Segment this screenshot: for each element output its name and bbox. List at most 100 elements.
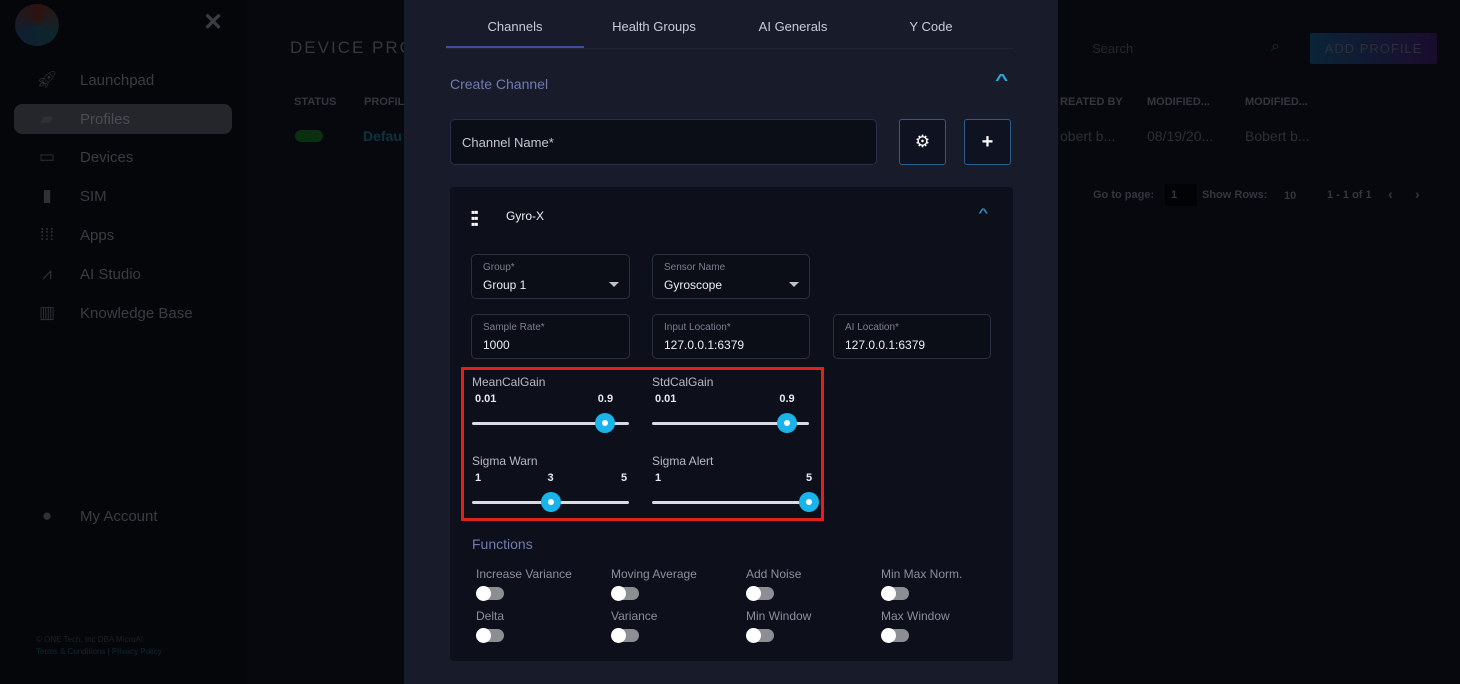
slider-label: StdCalGain	[652, 375, 714, 389]
slider-thumb[interactable]	[799, 492, 819, 512]
terms-link[interactable]: Terms & Conditions	[36, 647, 105, 656]
channel-name: Gyro-X	[506, 209, 545, 223]
search-icon[interactable]: ⌕	[1271, 38, 1280, 56]
goto-page-label: Go to page:	[1093, 189, 1155, 201]
sample-rate-input[interactable]: Sample Rate* 1000	[471, 314, 630, 359]
drag-handle-icon[interactable]: ▪▪ ▪▪ ▪▪	[471, 206, 478, 230]
sensor-name-select[interactable]: Sensor Name Gyroscope	[652, 254, 810, 299]
sidebar-item-ai-studio[interactable]: ⩘ AI Studio	[14, 259, 232, 289]
logo	[15, 4, 59, 46]
collapse-create-channel-icon[interactable]: ^	[995, 72, 1008, 90]
function-toggle[interactable]	[476, 586, 504, 601]
plus-icon: +	[981, 130, 994, 153]
show-rows-label: Show Rows:	[1202, 189, 1268, 201]
slider-value: 0.9	[779, 393, 795, 405]
function-label: Min Window	[746, 609, 812, 623]
slider-min: 0.01	[475, 393, 497, 405]
add-profile-button[interactable]: ADD PROFILE	[1310, 33, 1437, 64]
function-toggle[interactable]	[881, 628, 909, 643]
column-modified-on[interactable]: MODIFIED...	[1147, 96, 1210, 108]
status-toggle[interactable]	[295, 130, 323, 142]
books-icon: ▥	[38, 303, 56, 322]
profile-link[interactable]: Defau	[363, 128, 402, 144]
function-label: Max Window	[881, 609, 950, 623]
next-page-icon[interactable]: ›	[1415, 186, 1420, 202]
sidebar-item-label: My Account	[80, 507, 158, 525]
ai-location-value: 127.0.0.1:6379	[845, 338, 926, 352]
sidebar-item-profiles[interactable]: ▰ Profiles	[14, 104, 232, 134]
copyright: © ONE Tech, Inc DBA MicroAI	[36, 635, 144, 644]
sidebar: ✕ 🚀︎ Launchpad ▰ Profiles ▭ Devices ▮ SIM ⁞⁞…	[0, 0, 245, 684]
settings-button[interactable]: ⚙	[899, 119, 946, 165]
close-sidebar-icon[interactable]: ✕	[203, 8, 223, 37]
slider-label: Sigma Warn	[472, 454, 538, 468]
tab-channels[interactable]: Channels	[446, 10, 584, 48]
tab-y-code[interactable]: Y Code	[862, 10, 1000, 48]
ai-location-input[interactable]: AI Location* 127.0.0.1:6379	[833, 314, 991, 359]
function-toggle[interactable]	[611, 586, 639, 601]
function-label: Delta	[476, 609, 505, 623]
page-title: DEVICE PRO	[290, 38, 415, 57]
slider-max: 5	[621, 472, 628, 484]
slider-thumb[interactable]	[540, 492, 561, 512]
function-label: Increase Variance	[476, 567, 572, 581]
sidebar-item-launchpad[interactable]: 🚀︎ Launchpad	[14, 65, 232, 95]
group-label: Group*	[483, 262, 515, 273]
monitor-icon: ▭	[38, 147, 56, 166]
footer-links: Terms & Conditions | Privacy Policy	[36, 647, 162, 656]
prev-page-icon[interactable]: ‹	[1388, 186, 1393, 202]
slider-value: 3	[547, 472, 554, 484]
tab-health-groups[interactable]: Health Groups	[585, 10, 723, 48]
highlight-box	[461, 367, 824, 521]
add-channel-button[interactable]: +	[964, 119, 1011, 165]
function-toggle[interactable]	[611, 628, 639, 643]
caret-down-icon	[609, 282, 619, 287]
sidebar-item-apps[interactable]: ⁞⁞⁞ Apps	[14, 220, 232, 250]
tab-ai-generals[interactable]: AI Generals	[724, 10, 862, 48]
function-label: Add Noise	[746, 567, 802, 581]
function-toggle[interactable]	[746, 628, 774, 643]
rows-select[interactable]: 10	[1284, 190, 1296, 202]
function-label: Variance	[611, 609, 658, 623]
function-toggle[interactable]	[881, 586, 909, 601]
column-modified-by[interactable]: MODIFIED...	[1245, 96, 1308, 108]
tab-divider	[446, 48, 1014, 49]
slider-label: MeanCalGain	[472, 375, 546, 389]
function-label: Min Max Norm.	[881, 567, 963, 581]
slider-value: 0.9	[597, 393, 614, 405]
goto-page-input[interactable]: 1	[1165, 184, 1197, 206]
rocket-icon: 🚀︎	[36, 70, 58, 89]
sidebar-item-knowledge-base[interactable]: ▥ Knowledge Base	[14, 298, 232, 328]
collapse-channel-icon[interactable]: ^	[979, 205, 988, 221]
group-select[interactable]: Group* Group 1	[471, 254, 630, 299]
group-value: Group 1	[483, 278, 527, 292]
function-toggle[interactable]	[746, 586, 774, 601]
slider-min: 1	[475, 472, 482, 484]
channel-name-placeholder: Channel Name*	[462, 135, 554, 150]
sensor-label: Sensor Name	[664, 262, 726, 273]
cell-modified-by: Bobert b...	[1245, 128, 1310, 144]
sidebar-item-devices[interactable]: ▭ Devices	[14, 142, 232, 172]
sidebar-item-my-account[interactable]: ● My Account	[14, 501, 232, 531]
column-profile[interactable]: PROFIL	[364, 96, 404, 108]
channel-name-input[interactable]: Channel Name*	[450, 119, 877, 165]
column-created-by[interactable]: REATED BY	[1060, 96, 1123, 108]
slider-value: 5	[805, 472, 813, 484]
input-location-input[interactable]: Input Location* 127.0.0.1:6379	[652, 314, 810, 359]
sidebar-item-label: Devices	[80, 148, 134, 166]
slider-track[interactable]	[652, 501, 809, 504]
sidebar-item-label: AI Studio	[80, 265, 141, 283]
privacy-link[interactable]: Privacy Policy	[112, 647, 162, 656]
slider-thumb[interactable]	[777, 413, 798, 433]
slider-label: Sigma Alert	[652, 454, 714, 468]
cell-created-by: obert b...	[1060, 128, 1116, 144]
column-status[interactable]: STATUS	[294, 96, 336, 108]
user-icon: ●	[41, 506, 53, 525]
sidebar-item-sim[interactable]: ▮ SIM	[14, 181, 232, 211]
function-toggle[interactable]	[476, 628, 504, 643]
search-input[interactable]: Search	[1092, 41, 1133, 56]
ai-location-label: AI Location*	[845, 322, 899, 333]
input-location-label: Input Location*	[664, 322, 731, 333]
page-range: 1 - 1 of 1	[1327, 189, 1372, 201]
sim-card-icon: ▮	[42, 186, 52, 205]
